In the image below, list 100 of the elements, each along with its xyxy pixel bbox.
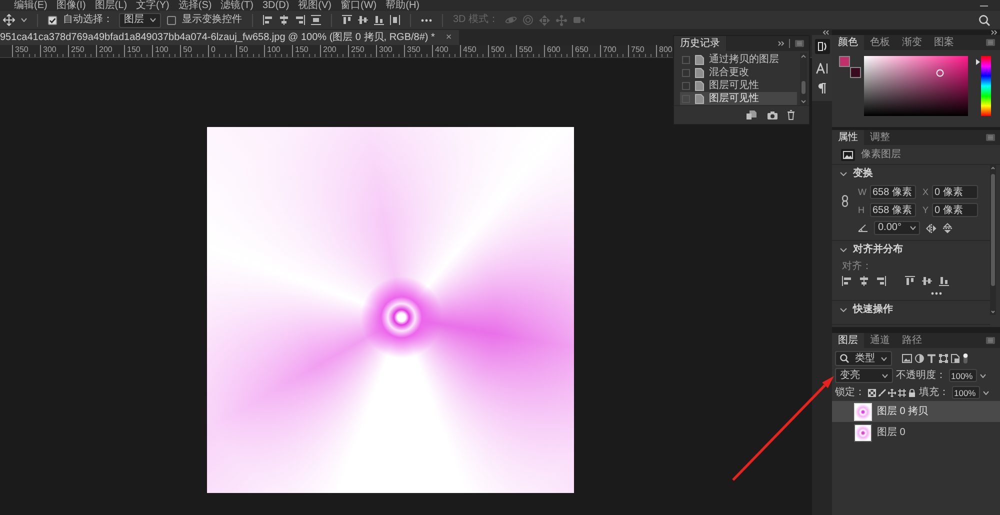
chevron-down-icon[interactable] — [840, 308, 847, 312]
align-bottom-icon[interactable] — [374, 15, 384, 25]
width-field[interactable]: 658 像素 — [870, 185, 916, 199]
caret-icon — [882, 374, 888, 378]
distribute-icon[interactable] — [311, 15, 321, 25]
history-item[interactable]: 图层可见性 — [680, 92, 797, 105]
align-top-icon[interactable] — [905, 276, 915, 286]
menu-item[interactable]: 视图(V) — [298, 0, 332, 11]
opacity-field[interactable]: 100% — [949, 369, 977, 382]
history-item[interactable]: 图层可见性 — [680, 79, 797, 92]
menu-item[interactable]: 图层(L) — [94, 0, 128, 11]
paragraph-icon[interactable] — [818, 83, 826, 94]
handles-box-icon[interactable] — [939, 354, 948, 363]
scrollbar[interactable] — [800, 53, 807, 105]
layer-thumbnail — [854, 402, 872, 420]
align-left-icon[interactable] — [842, 276, 852, 286]
background-swatch-icon[interactable] — [850, 67, 861, 78]
panel-tab[interactable]: 色板 — [864, 35, 896, 50]
move-tool-icon[interactable] — [3, 14, 15, 26]
menu-item[interactable]: 3D(D) — [262, 0, 290, 11]
close-button[interactable]: × — [444, 32, 453, 44]
more-icon[interactable] — [931, 292, 942, 295]
trash-icon[interactable] — [787, 110, 795, 120]
menu-item[interactable]: 图像(I) — [56, 0, 86, 11]
angle-dropdown[interactable]: 0.00° — [874, 221, 920, 235]
letter-t-icon[interactable] — [927, 354, 936, 363]
link-icon[interactable] — [842, 195, 848, 207]
hue-slider[interactable] — [976, 56, 991, 116]
flip-horizontal-icon[interactable] — [926, 224, 937, 232]
camera-icon[interactable] — [767, 110, 778, 120]
layer-row[interactable]: 图层 0 — [832, 422, 1000, 443]
fill-label: 填充： — [919, 386, 949, 398]
menu-item[interactable]: 帮助(H) — [386, 0, 420, 11]
filter-kind-dropdown[interactable]: 类型 — [835, 351, 892, 366]
lock-label: 锁定： — [835, 386, 865, 398]
double-chevron-icon[interactable] — [991, 30, 997, 35]
menu-item[interactable]: 编辑(E) — [14, 0, 48, 11]
history-item[interactable]: 通过拷贝的图层 — [680, 53, 797, 66]
half-circle-icon[interactable] — [915, 354, 924, 363]
stacked-documents-icon[interactable] — [746, 110, 758, 120]
panel-tab[interactable]: 图层 — [832, 333, 864, 348]
color-field[interactable] — [864, 56, 968, 116]
flip-vertical-icon[interactable] — [943, 222, 952, 234]
cross-dots-icon[interactable] — [556, 14, 567, 26]
height-field[interactable]: 658 像素 — [870, 203, 916, 217]
panel-tab[interactable]: 颜色 — [832, 35, 864, 50]
align-center-icon[interactable] — [279, 15, 289, 25]
menu-item[interactable]: 滤镜(T) — [220, 0, 254, 11]
ring-icon — [936, 69, 944, 77]
caret-icon[interactable] — [980, 374, 986, 378]
checkbox[interactable] — [167, 16, 176, 24]
menu-item[interactable]: 选择(S) — [178, 0, 212, 11]
panel-tab[interactable]: 历史记录 — [674, 36, 726, 51]
panel-tab[interactable]: 图案 — [928, 35, 960, 50]
foreground-swatch-icon[interactable] — [839, 56, 850, 67]
y-position-field[interactable]: 0 像素 — [932, 203, 978, 217]
double-chevron-icon[interactable] — [778, 41, 784, 46]
brush-icon[interactable] — [878, 388, 886, 396]
blend-mode-dropdown[interactable]: 变亮 — [835, 368, 893, 383]
caret-icon[interactable] — [21, 18, 27, 22]
ruler-label: 500 — [491, 45, 506, 54]
checkbox[interactable] — [48, 16, 57, 24]
caret-icon[interactable] — [983, 390, 989, 394]
align-right-icon[interactable] — [876, 276, 886, 286]
align-right-icon[interactable] — [295, 15, 305, 25]
align-middle-icon[interactable] — [922, 276, 932, 286]
history-item[interactable]: 混合更改 — [680, 66, 797, 79]
panel-tab[interactable]: 渐变 — [896, 35, 928, 50]
search-icon[interactable] — [979, 14, 990, 26]
caret-icon — [910, 226, 916, 230]
panel-tab[interactable]: 调整 — [864, 130, 896, 145]
align-center-icon[interactable] — [859, 276, 869, 286]
toggle-switch-icon[interactable] — [963, 353, 968, 364]
lock-icon[interactable] — [908, 388, 916, 396]
chevron-down-icon[interactable] — [840, 248, 847, 252]
letter-a-icon[interactable] — [816, 63, 828, 74]
minimize-icon[interactable] — [980, 4, 988, 6]
distribute-icon[interactable] — [390, 15, 400, 25]
x-position-field[interactable]: 0 像素 — [932, 185, 978, 199]
target-dropdown[interactable]: 图层 — [119, 12, 161, 28]
align-top-icon[interactable] — [342, 15, 352, 25]
move-icon[interactable] — [888, 388, 896, 396]
chevron-down-icon[interactable] — [840, 172, 847, 176]
align-left-icon[interactable] — [263, 15, 273, 25]
slider-arrow-icon[interactable] — [976, 58, 980, 65]
more-icon[interactable] — [421, 18, 432, 22]
page-arc-icon[interactable] — [814, 39, 830, 54]
hash-grid-icon[interactable] — [898, 388, 906, 396]
double-chevron-icon[interactable] — [823, 30, 829, 35]
panel-tab[interactable]: 路径 — [896, 333, 928, 348]
scrollbar[interactable] — [990, 165, 996, 315]
layer-row[interactable]: 图层 0 拷贝 — [832, 401, 1000, 422]
panel-tab[interactable]: 通道 — [864, 333, 896, 348]
fill-field[interactable]: 100% — [952, 386, 980, 399]
align-middle-icon[interactable] — [358, 15, 368, 25]
picture-icon[interactable] — [902, 354, 912, 363]
align-bottom-icon[interactable] — [939, 276, 949, 286]
document-tab[interactable]: 951ca41ca378d769a49bfad1a849037bb4a074-6lzauj_fw658.jpg @ 100% (图层 0 拷贝, RGB/8#) * × — [0, 30, 459, 45]
checkerboard-icon[interactable] — [868, 388, 876, 396]
panel-tab[interactable]: 属性 — [832, 130, 864, 145]
